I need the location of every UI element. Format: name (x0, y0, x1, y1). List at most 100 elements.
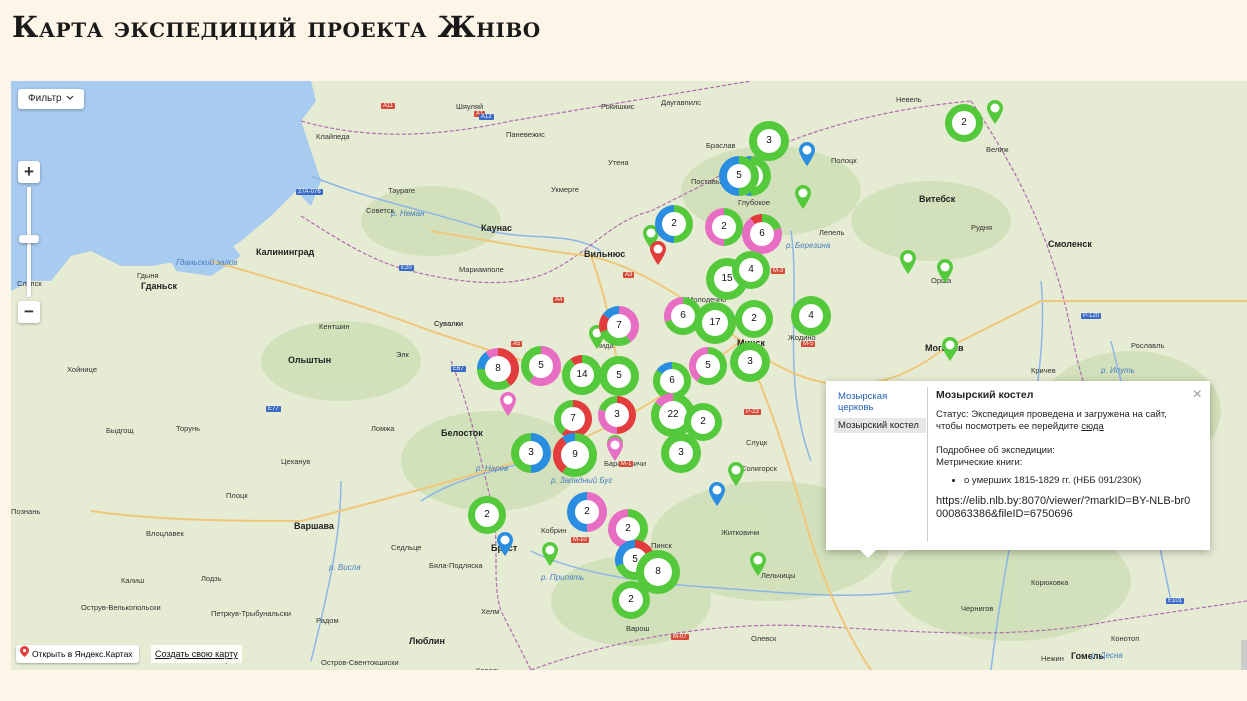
water-label: Гданьский залив (176, 258, 238, 267)
road-label: P-23 (744, 409, 761, 415)
cluster-marker[interactable]: 2 (567, 492, 607, 532)
zoom-slider-handle[interactable] (19, 235, 39, 243)
city-label: Смоленск (1048, 239, 1092, 249)
city-label: Петркув-Трыбунальски (211, 609, 291, 618)
map-pin-icon[interactable] (794, 184, 812, 215)
balloon-divider (927, 387, 928, 542)
cluster-marker[interactable]: 14 (562, 355, 602, 395)
cluster-marker[interactable]: 2 (655, 205, 693, 243)
water-label: р. Неман (391, 209, 425, 218)
city-label: Ломжа (371, 424, 395, 433)
map-pin-icon[interactable] (727, 461, 745, 492)
map-pin-icon[interactable] (708, 481, 726, 512)
balloon-details-heading: Подробнее об экспедиции: (936, 445, 1055, 456)
cluster-count: 2 (662, 212, 686, 236)
cluster-marker[interactable]: 3 (511, 433, 551, 473)
city-label: Нежин (1041, 654, 1064, 663)
cluster-marker[interactable]: 6 (742, 214, 782, 254)
open-in-yandex-button[interactable]: Открыть в Яндекс.Картах (16, 645, 139, 663)
cluster-marker[interactable]: 3 (661, 433, 701, 473)
city-label: Радом (316, 616, 339, 625)
filter-label: Фильтр (28, 93, 62, 104)
city-label: Варош (626, 624, 650, 633)
cluster-marker[interactable]: 4 (732, 251, 770, 289)
balloon-item-mozyr-church[interactable]: Мозырская церковь (834, 389, 926, 415)
cluster-marker[interactable]: 5 (599, 356, 639, 396)
cluster-marker[interactable]: 2 (945, 104, 983, 142)
balloon-status-link[interactable]: сюда (1081, 421, 1104, 432)
cluster-count: 14 (570, 363, 594, 387)
city-label: Олевск (751, 634, 777, 643)
city-label: Варшава (294, 521, 334, 531)
city-label: Рокишкис (601, 102, 635, 111)
cluster-marker[interactable]: 5 (689, 347, 727, 385)
map-pin-icon[interactable] (606, 436, 624, 467)
city-label: Кобрин (541, 526, 567, 535)
cluster-marker[interactable]: 9 (553, 433, 597, 477)
cluster-count: 6 (750, 222, 774, 246)
cluster-count: 22 (659, 401, 687, 429)
map-pin-icon[interactable] (749, 551, 767, 582)
road-label: A12 (479, 114, 494, 120)
zoom-in-button[interactable]: + (18, 161, 40, 183)
map-pin-icon[interactable] (798, 141, 816, 172)
cluster-count: 3 (519, 441, 543, 465)
cluster-marker[interactable]: 2 (705, 208, 743, 246)
cluster-marker[interactable]: 3 (730, 342, 770, 382)
city-label: Укмерге (551, 185, 579, 194)
scroll-stub (1241, 640, 1247, 670)
city-label: Элк (396, 350, 409, 359)
city-label: Полоцк (831, 156, 857, 165)
create-map-link[interactable]: Создать свою карту (151, 645, 242, 663)
road-label: M-07 (671, 634, 689, 640)
zoom-out-button[interactable]: − (18, 301, 40, 323)
balloon-item-mozyr-costel[interactable]: Мозырский костел (834, 418, 926, 433)
map-pin-icon[interactable] (541, 541, 559, 572)
map-pin-icon[interactable] (649, 240, 667, 271)
map-pin-icon[interactable] (936, 258, 954, 289)
cluster-marker[interactable]: 2 (612, 581, 650, 619)
cluster-marker[interactable]: 5 (719, 156, 759, 196)
cluster-marker[interactable]: 17 (694, 302, 736, 344)
cluster-marker[interactable]: 2 (468, 496, 506, 534)
balloon-popup: Мозырская церковь Мозырский костел Мозыр… (826, 381, 1210, 558)
cluster-count: 6 (671, 304, 695, 328)
cluster-marker[interactable]: 5 (521, 346, 561, 386)
road-label: P-120 (1081, 313, 1102, 319)
city-label: Чернигов (961, 604, 994, 613)
cluster-count: 4 (799, 304, 823, 328)
city-label: Торунь (176, 424, 201, 433)
cluster-marker[interactable]: 8 (477, 348, 519, 390)
water-label: р. Западный Буг (551, 476, 613, 485)
road-label: E67 (451, 366, 466, 372)
city-label: Люблин (409, 636, 445, 646)
city-label: Влоцлавек (146, 529, 184, 538)
cluster-marker[interactable]: 2 (735, 300, 773, 338)
cluster-marker[interactable]: 3 (749, 121, 789, 161)
map-pin-icon[interactable] (986, 99, 1004, 130)
map-pin-icon[interactable] (499, 391, 517, 422)
map-pin-icon[interactable] (899, 249, 917, 280)
cluster-count: 2 (691, 410, 715, 434)
filter-button[interactable]: Фильтр (18, 89, 84, 109)
cluster-marker[interactable]: 4 (791, 296, 831, 336)
cluster-count: 2 (475, 503, 499, 527)
road-label: M-3 (771, 268, 786, 274)
zoom-slider-track[interactable] (19, 187, 39, 297)
city-label: Мариамполе (459, 265, 504, 274)
city-label: Утена (608, 158, 629, 167)
map-pin-icon[interactable] (496, 531, 514, 562)
balloon-content: Мозырский костел Статус: Экспедиция пров… (936, 389, 1196, 521)
city-label: Рудня (971, 223, 993, 232)
road-label: A4 (553, 297, 565, 303)
map-pin-icon[interactable] (941, 336, 959, 367)
cluster-marker[interactable]: 3 (598, 396, 636, 434)
map-canvas[interactable]: КаунасВильнюсМинскВитебскСмоленскМогилёв… (11, 81, 1247, 670)
cluster-count: 2 (952, 111, 976, 135)
road-label: E20 (399, 265, 414, 271)
city-label: Житковичи (721, 528, 760, 537)
cluster-marker[interactable]: 7 (599, 306, 639, 346)
city-label: Корюковка (1031, 578, 1069, 587)
water-label: р. Висла (329, 563, 361, 572)
close-icon[interactable]: × (1193, 387, 1202, 403)
